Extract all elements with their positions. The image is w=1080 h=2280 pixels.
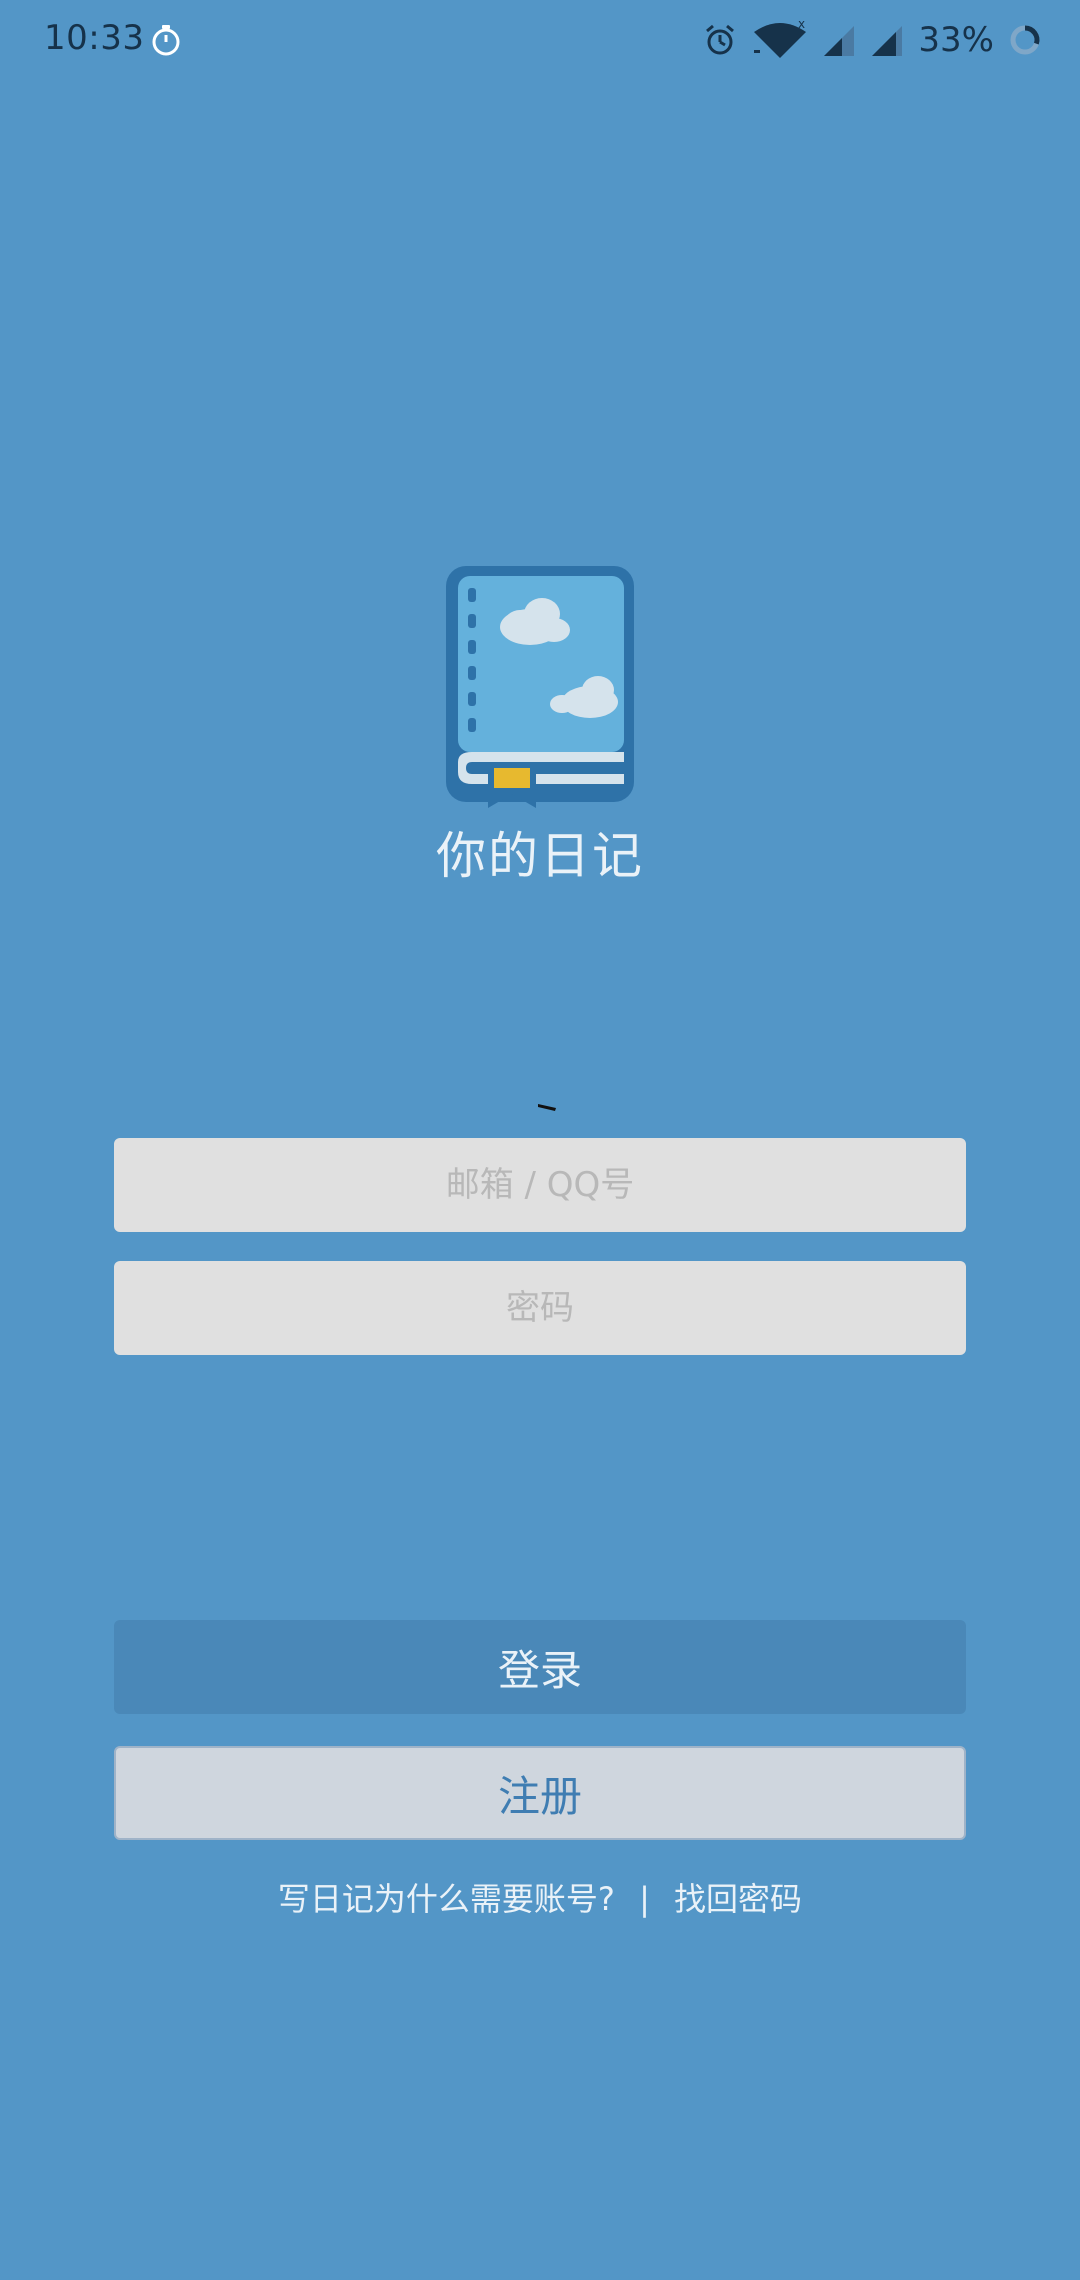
battery-percentage: 33% — [918, 20, 994, 60]
svg-text:x: x — [798, 20, 805, 31]
wifi-icon: x — [754, 20, 807, 58]
decorative-mark — [538, 1104, 556, 1111]
recover-password-link[interactable]: 找回密码 — [674, 1874, 802, 1920]
why-account-link[interactable]: 写日记为什么需要账号? — [278, 1874, 615, 1920]
diary-book-icon — [446, 566, 634, 808]
status-bar: 10:33 x 33% — [0, 0, 1080, 80]
timer-icon — [152, 25, 180, 56]
signal-icon — [872, 26, 903, 56]
status-time: 10:33 — [44, 18, 145, 58]
app-title: 你的日记 — [436, 827, 644, 885]
battery-ring-icon — [1010, 25, 1040, 55]
login-button[interactable]: 登录 — [114, 1620, 966, 1714]
status-icons: x 33% — [702, 18, 1042, 62]
signal-icon — [824, 26, 855, 56]
link-separator: | — [639, 1880, 650, 1918]
bottom-links: 写日记为什么需要账号? | 找回密码 — [0, 1874, 1080, 1920]
register-button[interactable]: 注册 — [114, 1746, 966, 1840]
password-field[interactable] — [114, 1261, 966, 1355]
alarm-icon — [706, 24, 735, 55]
email-field[interactable] — [114, 1138, 966, 1232]
